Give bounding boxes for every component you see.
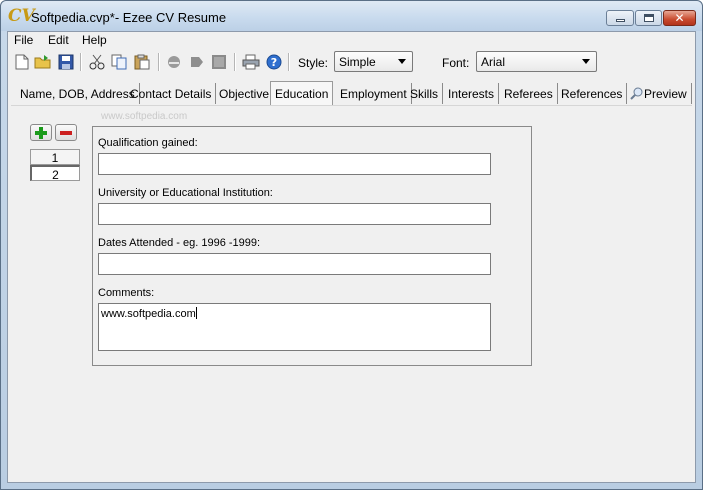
new-file-icon[interactable]	[13, 53, 31, 71]
minimize-icon	[607, 11, 633, 25]
institution-input[interactable]	[98, 203, 491, 225]
comments-label: Comments:	[98, 287, 155, 299]
tab-preview[interactable]: Preview	[626, 83, 692, 104]
tab-label: Skills	[410, 87, 439, 101]
app-window: CV Softpedia.cvp*- Ezee CV Resume ✕ File…	[0, 0, 703, 490]
tab-name-dob-address[interactable]: Name, DOB, Address	[16, 83, 140, 104]
tab-strip: Name, DOB, Address Contact Details Objec…	[8, 81, 695, 105]
menu-file[interactable]: File	[14, 33, 33, 47]
close-icon: ✕	[674, 11, 685, 25]
tab-employment[interactable]: Employment	[336, 83, 412, 104]
toolbar-separator	[80, 53, 82, 71]
font-select[interactable]: Arial	[476, 51, 597, 72]
window-title: Softpedia.cvp*- Ezee CV Resume	[31, 10, 227, 25]
menu-help[interactable]: Help	[82, 33, 107, 47]
tab-skills[interactable]: Skills	[406, 83, 444, 104]
tab-objective[interactable]: Objective	[215, 83, 275, 104]
save-icon[interactable]	[57, 53, 75, 71]
qualification-input[interactable]	[98, 153, 491, 175]
tab-label: Preview	[644, 87, 687, 101]
font-select-value: Arial	[481, 55, 506, 69]
menu-edit[interactable]: Edit	[48, 33, 69, 47]
tab-label: Contact Details	[130, 87, 212, 101]
tab-label: Education	[275, 87, 329, 101]
toolbar-separator	[288, 53, 290, 71]
title-bar[interactable]: CV Softpedia.cvp*- Ezee CV Resume ✕	[1, 1, 702, 31]
toolbar-separator	[234, 53, 236, 71]
toolbar: ? Style: Simple Font: Arial	[8, 49, 695, 75]
chevron-down-icon	[582, 59, 590, 64]
tab-label: Employment	[340, 87, 407, 101]
education-form: Qualification gained: University or Educ…	[92, 126, 532, 366]
maximize-icon	[636, 11, 661, 25]
tab-contact-details[interactable]: Contact Details	[126, 83, 217, 104]
export-icon[interactable]	[188, 53, 206, 71]
print-icon[interactable]	[242, 53, 260, 71]
education-tab-panel: www.softpedia.com 1 2 Qualification gain…	[11, 105, 692, 479]
tab-education[interactable]: Education	[270, 81, 334, 105]
text-caret	[195, 307, 197, 319]
close-button[interactable]: ✕	[663, 10, 696, 26]
tab-interests[interactable]: Interests	[444, 83, 500, 104]
record-item-2[interactable]: 2	[30, 165, 80, 182]
svg-text:?: ?	[271, 56, 277, 69]
tab-label: References	[561, 87, 623, 101]
dates-attended-input[interactable]	[98, 253, 491, 275]
minus-icon	[60, 130, 72, 135]
institution-label: University or Educational Institution:	[98, 187, 273, 199]
cut-icon[interactable]	[88, 53, 106, 71]
tab-label: Interests	[448, 87, 495, 101]
toolbar-separator	[158, 53, 160, 71]
plus-icon	[35, 126, 47, 139]
tab-label: Referees	[504, 87, 553, 101]
menu-bar: File Edit Help	[8, 32, 695, 49]
open-folder-icon[interactable]	[34, 53, 52, 71]
help-icon[interactable]: ?	[265, 53, 283, 71]
tab-referees[interactable]: Referees	[500, 83, 558, 104]
chevron-down-icon	[398, 59, 406, 64]
tab-label: Name, DOB, Address	[20, 87, 135, 101]
watermark-text: www.softpedia.com	[101, 111, 188, 122]
dates-attended-label: Dates Attended - eg. 1996 -1999:	[98, 237, 261, 249]
maximize-button[interactable]	[635, 10, 662, 26]
client-area: File Edit Help ? Style: Simple Font: Ari…	[7, 31, 696, 483]
minimize-button[interactable]	[606, 10, 634, 26]
style-select[interactable]: Simple	[334, 51, 413, 72]
record-item-1[interactable]: 1	[30, 149, 80, 165]
record-list: 1 2	[30, 149, 80, 182]
copy-icon[interactable]	[110, 53, 128, 71]
magnifier-icon	[630, 87, 643, 100]
style-label: Style:	[298, 56, 329, 70]
comments-textarea[interactable]: www.softpedia.com	[98, 303, 491, 351]
grid-icon[interactable]	[210, 53, 228, 71]
font-label: Font:	[442, 56, 470, 70]
tab-label: Objective	[219, 87, 270, 101]
qualification-label: Qualification gained:	[98, 137, 198, 149]
style-select-value: Simple	[339, 55, 376, 69]
add-record-button[interactable]	[30, 124, 52, 141]
internet-explorer-icon[interactable]	[165, 53, 183, 71]
app-cv-icon: CV	[8, 6, 35, 26]
comments-text: www.softpedia.com	[101, 308, 196, 320]
paste-icon[interactable]	[133, 53, 151, 71]
remove-record-button[interactable]	[55, 124, 77, 141]
tab-references[interactable]: References	[557, 83, 628, 104]
